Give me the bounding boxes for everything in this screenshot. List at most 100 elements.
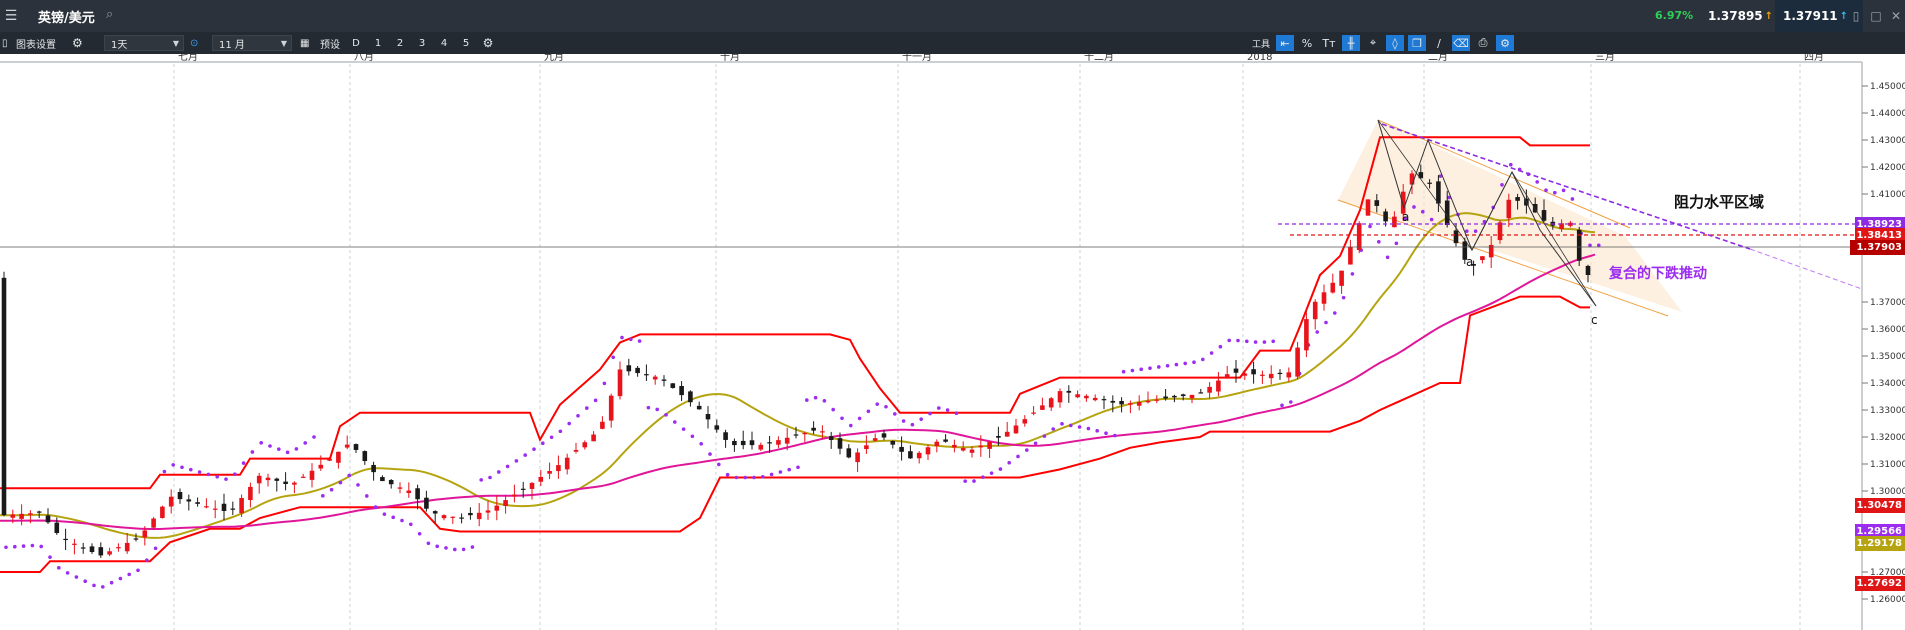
period-3[interactable]: 3 — [413, 35, 431, 51]
price-label: 1.41000 — [1870, 190, 1905, 200]
sar-dot — [637, 339, 642, 343]
trendline-icon[interactable]: ∕ — [1430, 35, 1448, 51]
resistance-zone-label: 阻力水平区域 — [1674, 193, 1764, 211]
bid-price: 1.37895 — [1708, 9, 1763, 23]
sar-dot — [778, 470, 783, 474]
sar-dot — [259, 441, 264, 445]
sar-dot — [1553, 190, 1557, 195]
ask-price: 1.37911 — [1783, 9, 1838, 23]
text-size-icon[interactable]: Tт — [1320, 35, 1338, 51]
back-arrow-icon[interactable]: ⇤ — [1276, 35, 1294, 51]
sar-dot — [391, 515, 396, 520]
maximize-icon[interactable]: □ — [1867, 0, 1885, 32]
period-d[interactable]: D — [347, 35, 365, 51]
sar-dot — [338, 480, 343, 485]
sar-dot — [893, 412, 897, 416]
price-chart[interactable]: 七月 八月 九月 十月 十一月 十二月 2018 二月 三月 四月 1.45000 1.44000 1… — [0, 54, 1905, 630]
sar-dot — [277, 447, 281, 451]
period-1[interactable]: 1 — [369, 35, 387, 51]
period-4[interactable]: 4 — [435, 35, 453, 51]
sar-dot — [567, 421, 571, 426]
sar-dot — [312, 435, 316, 439]
sar-dot — [1033, 441, 1038, 446]
timeframe-select[interactable]: 1天 ▼ — [104, 35, 184, 51]
sar-dot — [1561, 188, 1566, 193]
sar-dot — [1201, 357, 1205, 362]
eraser-icon[interactable]: ⌫ — [1452, 35, 1470, 51]
sar-dot — [576, 414, 580, 418]
sar-dot — [928, 411, 932, 416]
sar-dot — [180, 465, 184, 470]
sar-dot — [241, 461, 246, 465]
sar-dot — [831, 407, 835, 412]
sar-dot — [1341, 295, 1346, 300]
sar-dot — [523, 453, 527, 457]
sar-dot — [1095, 429, 1099, 433]
candlestick[interactable] — [1365, 199, 1371, 216]
sar-dot — [109, 580, 114, 585]
sar-dot — [796, 465, 800, 470]
candlestick[interactable] — [1356, 221, 1362, 254]
sar-dot — [1104, 431, 1108, 436]
sar-dot — [1315, 330, 1319, 334]
sar-dot — [365, 494, 369, 498]
price-label: 1.37000 — [1870, 298, 1905, 308]
instrument-title[interactable]: 英镑/美元 — [38, 7, 95, 26]
print-icon[interactable]: ⎙ — [1474, 35, 1492, 51]
sar-dot — [57, 566, 61, 570]
sar-dot — [558, 429, 563, 434]
period-2[interactable]: 2 — [391, 35, 409, 51]
sar-dot — [1077, 425, 1082, 429]
sar-dot — [224, 477, 228, 481]
percent-icon[interactable]: % — [1298, 35, 1316, 51]
sar-dot — [215, 474, 219, 479]
sar-dot — [1421, 209, 1425, 214]
sar-dot — [937, 406, 941, 410]
sar-dot — [21, 544, 26, 548]
range-value: 11 月 — [219, 39, 245, 51]
month-label: 四月 — [1804, 54, 1824, 63]
sar-dot — [1289, 400, 1293, 404]
sar-dot — [673, 420, 677, 424]
sar-dot — [426, 541, 431, 546]
candlestick[interactable] — [670, 383, 676, 389]
sar-dot — [1377, 240, 1381, 244]
candle-icon[interactable]: ◊ — [1386, 35, 1404, 51]
layers-icon[interactable]: ❐ — [1408, 35, 1426, 51]
menu-icon[interactable]: ☰ — [0, 0, 22, 32]
settings-icon[interactable]: ⚙ — [1496, 35, 1514, 51]
range-select[interactable]: 11 月 ▼ — [212, 35, 292, 51]
period-5[interactable]: 5 — [457, 35, 475, 51]
month-label: 九月 — [544, 54, 564, 63]
candlestick[interactable] — [1, 271, 7, 517]
grid-icon[interactable]: ╫ — [1342, 35, 1360, 51]
sar-dot — [1253, 340, 1258, 344]
crosshair-icon[interactable]: ⌖ — [1364, 35, 1382, 51]
sar-dot — [585, 406, 589, 410]
sar-dot — [1535, 180, 1539, 184]
gear-icon[interactable]: ⚙ — [479, 35, 497, 51]
sar-dot — [488, 475, 492, 480]
gear-icon[interactable]: ⚙ — [72, 32, 83, 54]
sar-dot — [1060, 422, 1064, 426]
price-label: 1.34000 — [1870, 379, 1905, 389]
sar-dot — [30, 543, 35, 548]
candlestick[interactable] — [160, 505, 165, 519]
collapse-icon[interactable]: ▯ — [1847, 0, 1865, 32]
month-label: 十一月 — [902, 54, 932, 63]
chart-settings-label[interactable]: 图表设置 — [16, 32, 56, 54]
red-low-tag: 1.30478 — [1855, 498, 1905, 513]
composite-decline-label: 复合的下跌推动 — [1608, 265, 1707, 282]
sar-dot — [373, 505, 378, 509]
sar-dot — [329, 487, 334, 492]
sar-dot — [813, 395, 818, 400]
candlestick[interactable] — [1576, 226, 1582, 267]
sar-dot — [1368, 224, 1372, 229]
sar-dot — [1174, 362, 1179, 367]
search-icon[interactable]: ⌕ — [106, 7, 113, 22]
sar-dot — [708, 452, 712, 456]
calendar-icon[interactable]: ▦ — [300, 32, 309, 54]
close-icon[interactable]: ✕ — [1887, 0, 1905, 32]
bid-price-box[interactable]: 1.37895 ↑ — [1700, 0, 1786, 32]
lock-icon[interactable]: ⊙ — [190, 32, 198, 54]
